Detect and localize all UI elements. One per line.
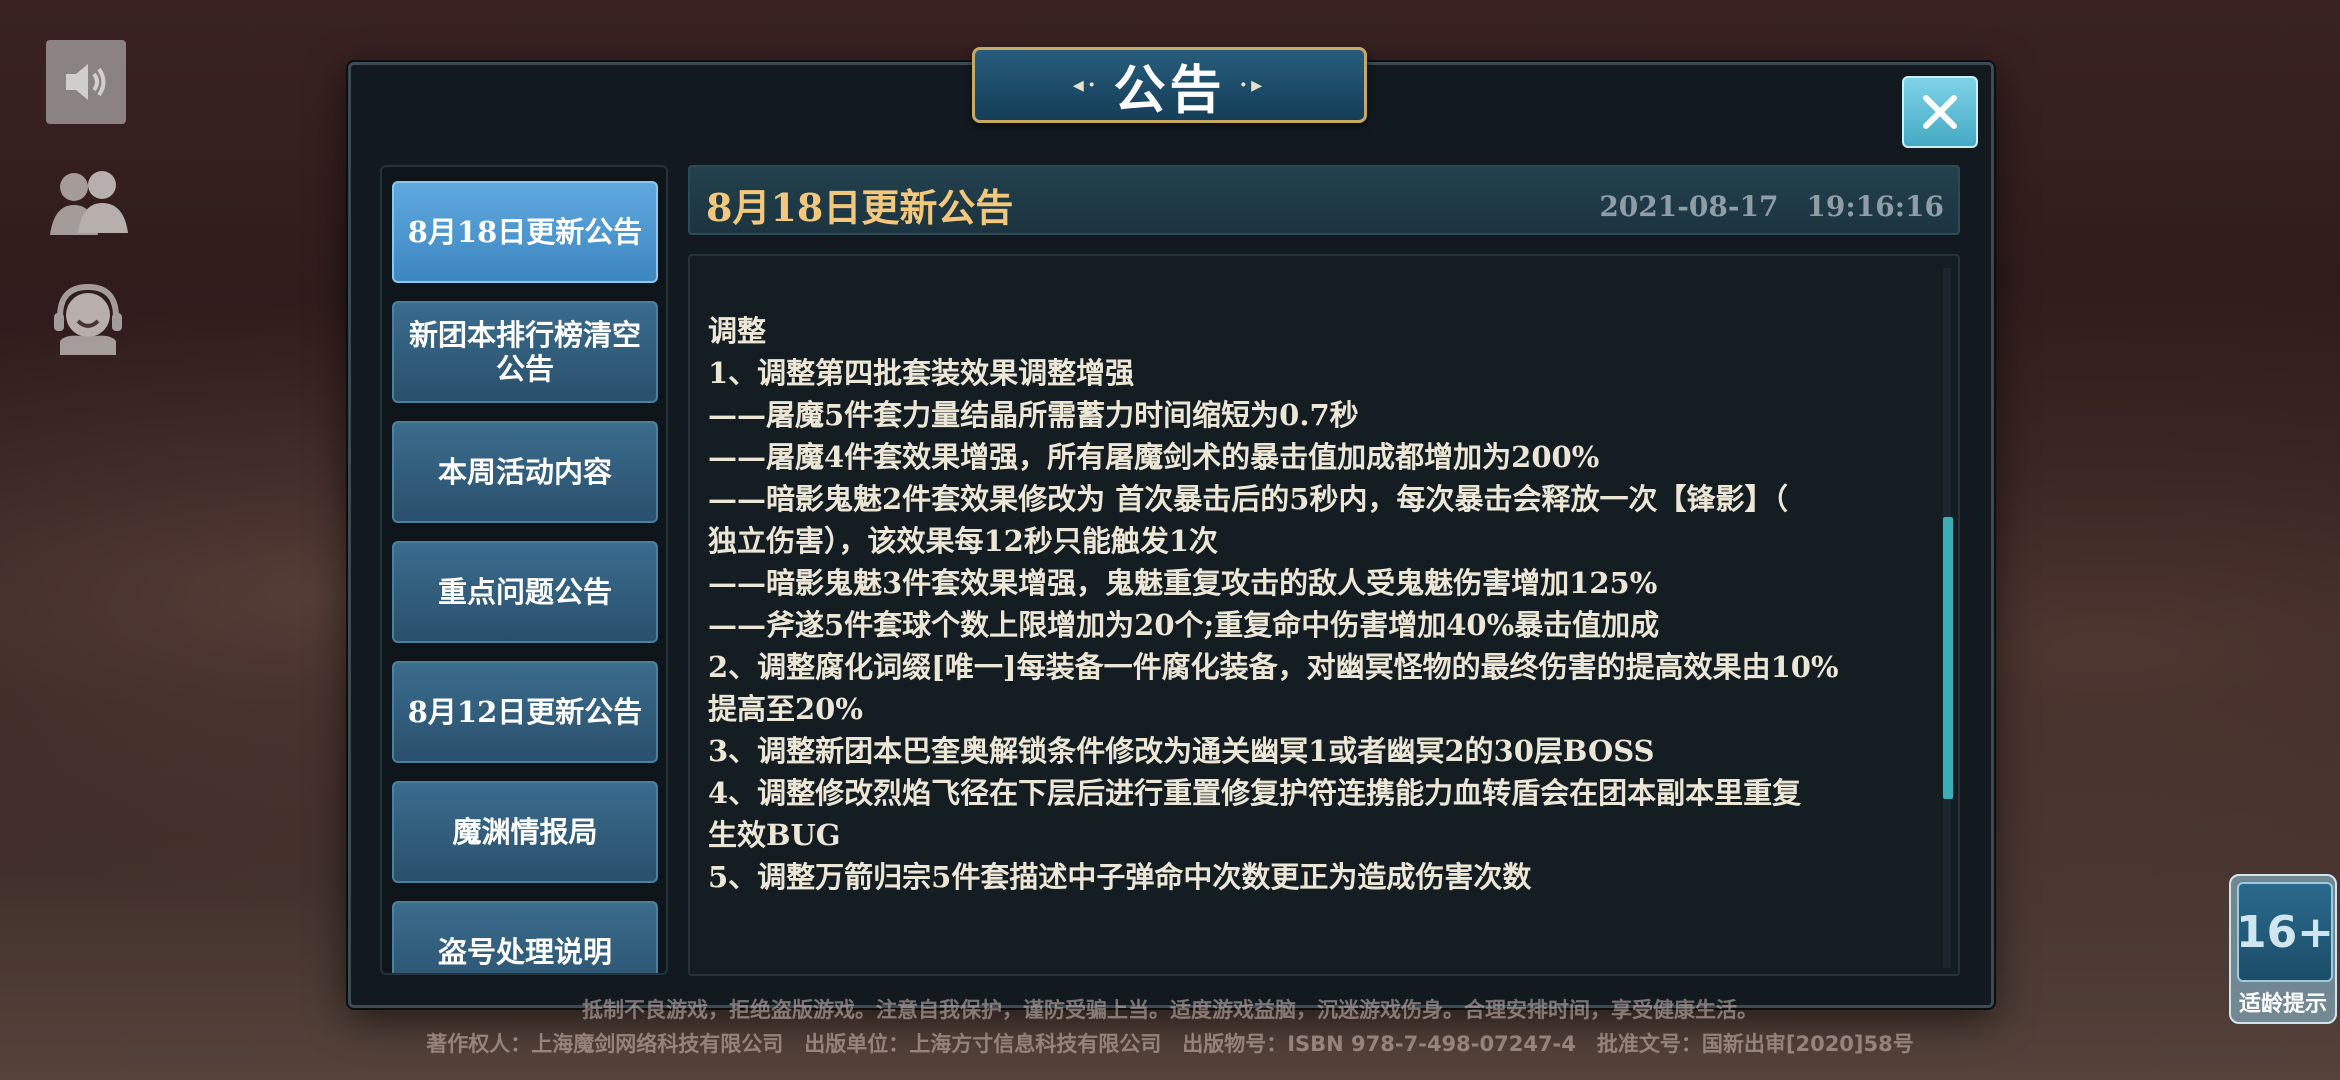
sidebar-item-label: 盗号处理说明 bbox=[437, 935, 612, 969]
announcement-line: ——屠魔4件套效果增强，所有屠魔剑术的暴击值加成都增加为200% bbox=[708, 440, 1600, 474]
sidebar-item-abyss-intel[interactable]: 魔渊情报局 bbox=[392, 781, 658, 883]
announcement-line: 调整 bbox=[708, 314, 767, 348]
scrollbar-thumb[interactable] bbox=[1943, 517, 1953, 799]
sidebar-item-label: 新团本排行榜清空公告 bbox=[408, 318, 641, 386]
announcement-line: ——斧遂5件套球个数上限增加为20个;重复命中伤害增加40%暴击值加成 bbox=[708, 608, 1660, 642]
announcement-sidebar: 8月18日更新公告 新团本排行榜清空公告 本周活动内容 重点问题公告 8月12日… bbox=[380, 165, 668, 975]
content-title: 8月18日更新公告 bbox=[706, 185, 1014, 230]
sidebar-item-weekly-events[interactable]: 本周活动内容 bbox=[392, 421, 658, 523]
sidebar-item-0818-update[interactable]: 8月18日更新公告 bbox=[392, 181, 658, 283]
close-button[interactable] bbox=[1902, 76, 1978, 148]
sidebar-item-label: 重点问题公告 bbox=[437, 575, 612, 609]
announcement-line bbox=[708, 268, 1938, 310]
sidebar-item-account-theft[interactable]: 盗号处理说明 bbox=[392, 901, 658, 973]
title-right-ornament: ·▸ bbox=[1239, 72, 1267, 98]
announcement-line bbox=[708, 256, 1938, 268]
announcement-line: 生效BUG bbox=[708, 818, 841, 852]
dialog-title-text: 公告 bbox=[1113, 59, 1226, 121]
announcement-text: 调整 1、调整第四批套装效果调整增强 ——屠魔5件套力量结晶所需蓄力时间缩短为0.7… bbox=[708, 256, 1938, 940]
announcement-line: 2、调整腐化词缀[唯一]每装备一件腐化装备，对幽冥怪物的最终伤害的提高效果由10… bbox=[708, 650, 1839, 684]
age-rating-label: 适龄提示 bbox=[2238, 992, 2327, 1017]
sidebar-item-label: 本周活动内容 bbox=[437, 455, 612, 489]
speaker-icon[interactable] bbox=[46, 40, 126, 124]
content-body[interactable]: 调整 1、调整第四批套装效果调整增强 ——屠魔5件套力量结晶所需蓄力时间缩短为0.7… bbox=[688, 254, 1960, 976]
announcement-line: 提高至20% bbox=[708, 692, 863, 726]
announcement-line: 独立伤害），该效果每12秒只能触发1次 bbox=[708, 524, 1219, 558]
footer-health-notice: 抵制不良游戏，拒绝盗版游戏。注意自我保护，谨防受骗上当。适度游戏益脑，沉迷游戏伤… bbox=[582, 998, 1758, 1022]
footer-copyright: 著作权人：上海魔剑网络科技有限公司 出版单位：上海方寸信息科技有限公司 出版物号… bbox=[426, 1032, 1914, 1056]
close-icon bbox=[1923, 95, 1957, 129]
content-header: 8月18日更新公告 2021-08-17 19:16:16 bbox=[688, 165, 1960, 235]
age-rating-value: 16+ bbox=[2236, 882, 2334, 982]
announcement-line: 3、调整新团本巴奎奥解锁条件修改为通关幽冥1或者幽冥2的30层BOSS bbox=[708, 734, 1655, 768]
sidebar-item-label: 魔渊情报局 bbox=[452, 815, 598, 849]
sidebar-item-key-issues[interactable]: 重点问题公告 bbox=[392, 541, 658, 643]
friends-icon[interactable] bbox=[46, 160, 130, 244]
sidebar-item-0812-update[interactable]: 8月12日更新公告 bbox=[392, 661, 658, 763]
sidebar-item-label: 8月12日更新公告 bbox=[407, 695, 643, 729]
dialog-title: ◂· 公告 ·▸ bbox=[972, 47, 1367, 123]
title-left-ornament: ◂· bbox=[1072, 72, 1100, 98]
age-rating-badge[interactable]: 16+ 适龄提示 bbox=[2229, 874, 2337, 1024]
announcement-line bbox=[708, 898, 1938, 940]
announcement-line: 1、调整第四批套装效果调整增强 bbox=[708, 356, 1135, 390]
customer-service-icon[interactable] bbox=[46, 275, 130, 359]
announcement-line: ——屠魔5件套力量结晶所需蓄力时间缩短为0.7秒 bbox=[708, 398, 1359, 432]
content-date: 2021-08-17 19:16:16 bbox=[1599, 190, 1944, 223]
announcement-line: 5、调整万箭归宗5件套描述中子弹命中次数更正为造成伤害次数 bbox=[708, 860, 1532, 894]
announcement-line: 4、调整修改烈焰飞径在下层后进行重置修复护符连携能力血转盾会在团本副本里重复 bbox=[708, 776, 1802, 810]
announcement-line: ——暗影鬼魅3件套效果增强，鬼魅重复攻击的敌人受鬼魅伤害增加125% bbox=[708, 566, 1658, 600]
sidebar-item-raid-ranking[interactable]: 新团本排行榜清空公告 bbox=[392, 301, 658, 403]
sidebar-item-label: 8月18日更新公告 bbox=[407, 215, 643, 249]
announcement-line: ——暗影鬼魅2件套效果修改为 首次暴击后的5秒内，每次暴击会释放一次【锋影】（ bbox=[708, 482, 1788, 516]
